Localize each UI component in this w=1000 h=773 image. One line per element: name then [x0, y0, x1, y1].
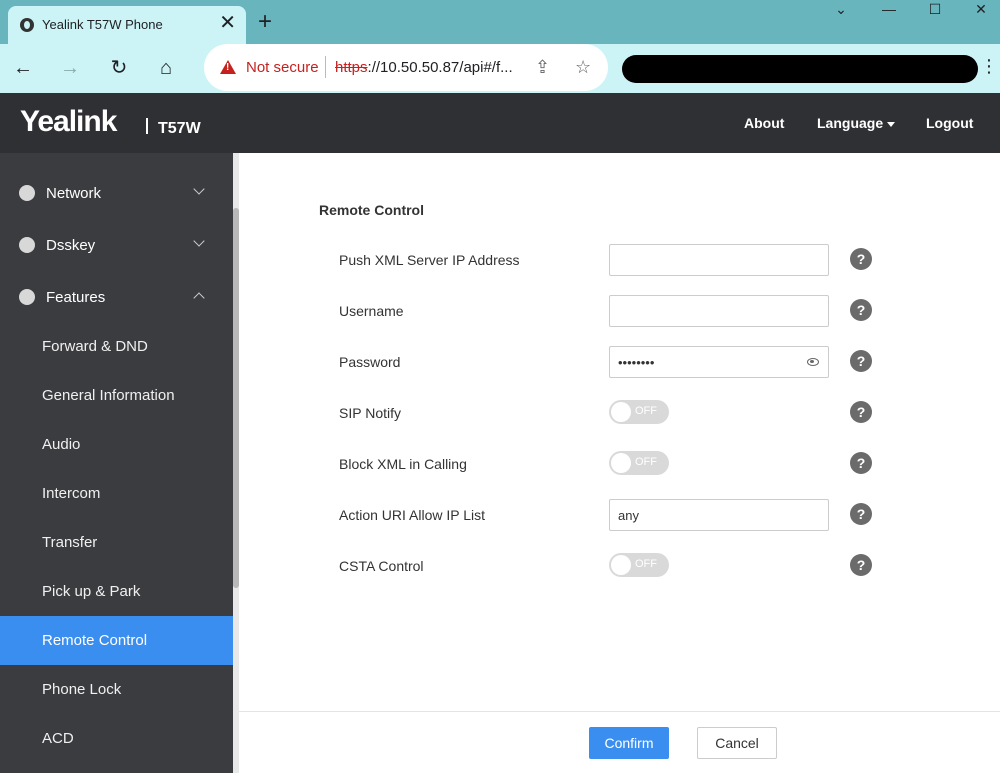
warning-icon[interactable] [220, 60, 236, 74]
site-favicon-icon [20, 18, 34, 32]
block-xml-toggle[interactable]: OFF [609, 451, 669, 475]
share-icon[interactable]: ⇪ [535, 57, 550, 78]
browser-menu-icon[interactable]: ⋮ [980, 56, 998, 77]
sidebar: Network Dsskey Features Forward & DND Ge… [0, 153, 233, 773]
username-label: Username [339, 303, 404, 319]
sidebar-item-remote-control[interactable]: Remote Control [0, 616, 233, 665]
push-xml-server-ip-input[interactable] [609, 244, 829, 276]
section-title: Remote Control [319, 202, 424, 218]
globe-icon [19, 185, 35, 201]
sidebar-item-label: General Information [42, 387, 175, 404]
help-icon[interactable]: ? [850, 452, 872, 474]
sidebar-item-label: Phone Lock [42, 681, 122, 698]
help-icon[interactable]: ? [850, 401, 872, 423]
back-icon[interactable]: ← [11, 56, 35, 80]
help-icon[interactable]: ? [850, 248, 872, 270]
csta-control-label: CSTA Control [339, 558, 424, 574]
sip-notify-toggle[interactable]: OFF [609, 400, 669, 424]
minimize-window-icon[interactable]: ⌄ [818, 0, 864, 20]
security-label[interactable]: Not secure [246, 59, 319, 76]
model-name: T57W [158, 120, 201, 137]
about-link[interactable]: About [744, 115, 784, 131]
close-window-icon[interactable]: ✕ [958, 0, 1000, 20]
close-tab-icon[interactable]: ✕ [219, 13, 236, 33]
chevron-up-icon [193, 292, 205, 304]
maximize-icon[interactable]: ☐ [912, 0, 958, 20]
new-tab-icon[interactable]: + [258, 10, 272, 34]
language-label: Language [817, 115, 884, 131]
toggle-knob [611, 402, 631, 422]
browser-tab[interactable]: Yealink T57W Phone ✕ [8, 6, 246, 44]
show-password-eye-icon[interactable] [807, 358, 819, 366]
sidebar-item-label: Intercom [42, 485, 101, 502]
address-bar[interactable]: Not secure https://10.50.50.87/api#/f...… [204, 44, 608, 91]
action-uri-label: Action URI Allow IP List [339, 507, 486, 523]
sidebar-item-general-information[interactable]: General Information [0, 371, 233, 420]
sidebar-group-network[interactable]: Network [0, 168, 233, 220]
help-icon[interactable]: ? [850, 299, 872, 321]
sidebar-item-intercom[interactable]: Intercom [0, 469, 233, 518]
url-scheme: https [335, 59, 368, 76]
toggle-state: OFF [635, 456, 657, 468]
sidebar-item-pickup-park[interactable]: Pick up & Park [0, 567, 233, 616]
redacted-region [622, 55, 978, 83]
action-uri-allow-ip-input[interactable] [609, 499, 829, 531]
logo-divider [146, 118, 148, 134]
home-icon[interactable]: ⌂ [154, 56, 178, 80]
sidebar-item-phone-lock[interactable]: Phone Lock [0, 665, 233, 714]
sidebar-item-label: Forward & DND [42, 338, 148, 355]
sidebar-item-forward-dnd[interactable]: Forward & DND [0, 322, 233, 371]
sidebar-item-audio[interactable]: Audio [0, 420, 233, 469]
sidebar-item-label: Remote Control [42, 632, 148, 649]
help-icon[interactable]: ? [850, 350, 872, 372]
sidebar-item-label: Pick up & Park [42, 583, 141, 600]
omnibox-divider [325, 56, 326, 78]
forward-icon[interactable]: → [58, 56, 82, 80]
sidebar-item-transfer[interactable]: Transfer [0, 518, 233, 567]
logout-link[interactable]: Logout [926, 115, 973, 131]
footer-divider [239, 711, 1000, 712]
bookmark-star-icon[interactable]: ☆ [575, 57, 591, 78]
username-input[interactable] [609, 295, 829, 327]
toggle-state: OFF [635, 405, 657, 417]
password-input[interactable] [609, 346, 829, 378]
tab-title: Yealink T57W Phone [42, 17, 163, 32]
url-text[interactable]: https://10.50.50.87/api#/f... [335, 59, 513, 76]
toggle-knob [611, 555, 631, 575]
url-host: ://10.50.50.87/api#/f... [367, 59, 513, 76]
cancel-button[interactable]: Cancel [697, 727, 777, 759]
sidebar-group-features[interactable]: Features [0, 272, 233, 324]
minimize-icon[interactable]: — [866, 0, 912, 20]
reload-icon[interactable]: ↻ [107, 56, 131, 80]
sidebar-item-label: ACD [42, 730, 74, 747]
keypad-icon [19, 237, 35, 253]
toggle-state: OFF [635, 558, 657, 570]
sidebar-group-label: Network [46, 185, 102, 202]
sidebar-item-label: Audio [42, 436, 81, 453]
sidebar-group-label: Dsskey [46, 237, 96, 254]
app-header: Yealink T57W About Language Logout [0, 93, 1000, 153]
sip-notify-label: SIP Notify [339, 405, 401, 421]
toggle-knob [611, 453, 631, 473]
help-icon[interactable]: ? [850, 554, 872, 576]
push-xml-label: Push XML Server IP Address [339, 252, 520, 268]
browser-tab-bar: Yealink T57W Phone ✕ + ⌄ — ☐ ✕ [0, 0, 1000, 44]
chevron-down-icon [193, 183, 205, 195]
sidebar-group-dsskey[interactable]: Dsskey [0, 220, 233, 272]
confirm-button[interactable]: Confirm [589, 727, 669, 759]
sidebar-group-label: Features [46, 289, 106, 306]
chevron-down-icon [193, 235, 205, 247]
language-menu[interactable]: Language [817, 115, 896, 131]
caret-down-icon [887, 121, 896, 127]
help-icon[interactable]: ? [850, 503, 872, 525]
brand-logo: Yealink [20, 105, 117, 138]
phone-settings-icon [19, 289, 35, 305]
sidebar-item-acd[interactable]: ACD [0, 714, 233, 763]
main-content: Remote Control Push XML Server IP Addres… [239, 153, 1000, 773]
password-label: Password [339, 354, 401, 370]
block-xml-label: Block XML in Calling [339, 456, 467, 472]
sidebar-item-label: Transfer [42, 534, 98, 551]
csta-control-toggle[interactable]: OFF [609, 553, 669, 577]
